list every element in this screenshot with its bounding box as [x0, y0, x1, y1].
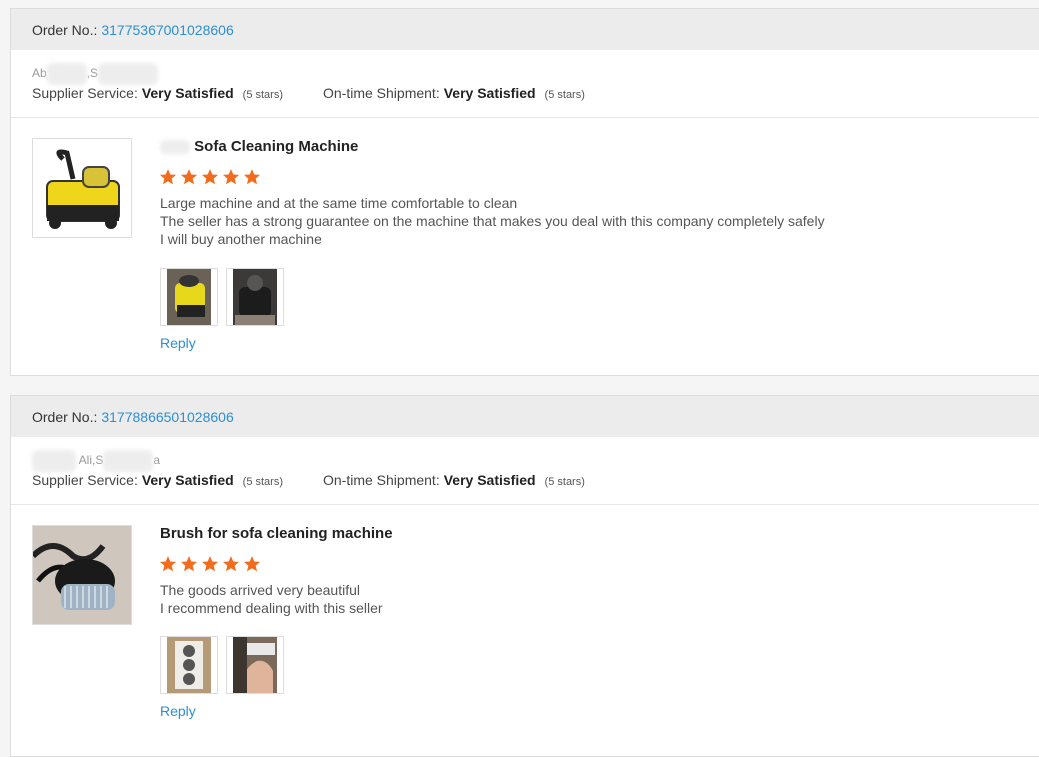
star-icon: [159, 168, 177, 186]
product-title[interactable]: Brush for sofa cleaning machine: [160, 525, 393, 542]
redacted-brand: [160, 140, 190, 155]
order-header: Order No.: 31775367001028606: [11, 9, 1039, 50]
order-card: Order No.: 31775367001028606 Ab ,S Suppli…: [10, 8, 1039, 376]
order-number-link[interactable]: 31775367001028606: [101, 22, 233, 38]
buyer-name-suffix: a: [153, 453, 161, 468]
star-icon: [201, 555, 219, 573]
product-image[interactable]: [32, 138, 132, 238]
supplier-service-value: Very Satisfied: [141, 85, 234, 101]
buyer-name-separator: ,S: [86, 66, 99, 81]
review-photo[interactable]: [226, 636, 284, 694]
shipment-value: Very Satisfied: [443, 472, 536, 488]
review-line: Large machine and at the same time comfo…: [160, 195, 518, 211]
review-text: Large machine and at the same time comfo…: [160, 194, 825, 248]
supplier-service-label: Supplier Service:: [32, 85, 138, 101]
star-icon: [201, 168, 219, 186]
star-icon: [222, 555, 240, 573]
review-photos: [160, 636, 284, 694]
order-header: Order No.: 31778866501028606: [11, 396, 1039, 437]
supplier-service-stars: (5 stars): [242, 476, 283, 488]
redacted-name: [46, 63, 87, 85]
review-line: The seller has a strong guarantee on the…: [160, 213, 825, 229]
star-icon: [180, 555, 198, 573]
review-photos: [160, 268, 284, 326]
shipment-label: On-time Shipment:: [323, 85, 440, 101]
reply-link[interactable]: Reply: [160, 335, 196, 351]
seller-ratings: Supplier Service: Very Satisfied (5 star…: [32, 85, 585, 101]
product-title-text: Sofa Cleaning Machine: [194, 138, 359, 155]
review-text: The goods arrived very beautiful I recom…: [160, 581, 383, 617]
supplier-service-label: Supplier Service:: [32, 472, 138, 488]
star-icon: [243, 555, 261, 573]
buyer-name: Ab ,S: [32, 63, 159, 85]
order-card: Order No.: 31778866501028606 Ali,S a Supp…: [10, 395, 1039, 757]
product-title[interactable]: Sofa Cleaning Machine: [160, 138, 358, 155]
shipment-stars: (5 stars): [544, 476, 585, 488]
buyer-info: Ab ,S Supplier Service: Very Satisfied (5…: [11, 50, 1039, 118]
rating-stars: [159, 555, 261, 573]
redacted-name: [32, 450, 76, 472]
redacted-country: [103, 450, 154, 472]
buyer-name-prefix: Ali,S: [78, 453, 104, 468]
buyer-info: Ali,S a Supplier Service: Very Satisfied …: [11, 437, 1039, 505]
star-icon: [243, 168, 261, 186]
buyer-name: Ali,S a: [32, 450, 160, 472]
reply-link[interactable]: Reply: [160, 703, 196, 719]
star-icon: [159, 555, 177, 573]
shipment-label: On-time Shipment:: [323, 472, 440, 488]
review-line: I recommend dealing with this seller: [160, 600, 383, 616]
review-line: I will buy another machine: [160, 231, 322, 247]
buyer-name-prefix: Ab: [32, 66, 47, 81]
product-image[interactable]: [32, 525, 132, 625]
shipment-value: Very Satisfied: [443, 85, 536, 101]
seller-ratings: Supplier Service: Very Satisfied (5 star…: [32, 472, 585, 488]
review-photo[interactable]: [160, 636, 218, 694]
shipment-stars: (5 stars): [544, 89, 585, 101]
order-label: Order No.:: [32, 408, 98, 425]
redacted-country: [98, 63, 159, 85]
star-icon: [222, 168, 240, 186]
review-photo[interactable]: [226, 268, 284, 326]
star-icon: [180, 168, 198, 186]
order-number-link[interactable]: 31778866501028606: [101, 409, 233, 425]
review-line: The goods arrived very beautiful: [160, 582, 360, 598]
order-label: Order No.:: [32, 21, 98, 38]
supplier-service-value: Very Satisfied: [141, 472, 234, 488]
rating-stars: [159, 168, 261, 186]
review-photo[interactable]: [160, 268, 218, 326]
supplier-service-stars: (5 stars): [242, 89, 283, 101]
